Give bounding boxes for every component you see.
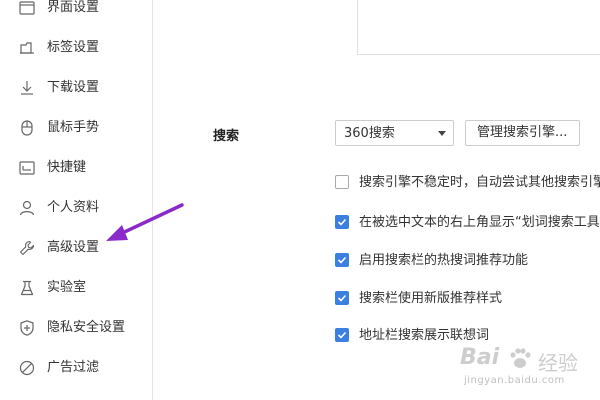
block-icon bbox=[18, 359, 36, 377]
watermark-logo: Bai bbox=[460, 345, 500, 370]
sidebar-item-label: 广告过滤 bbox=[47, 360, 100, 375]
option-selection-search-toolbar[interactable]: 在被选中文本的右上角显示“划词搜索工具条” bbox=[335, 214, 600, 232]
manage-search-engines-button[interactable]: 管理搜索引擎... bbox=[465, 120, 580, 146]
annotation-arrow bbox=[106, 203, 184, 241]
sidebar-item-ad-filter[interactable]: 广告过滤 bbox=[0, 348, 152, 388]
sidebar-item-label: 快捷键 bbox=[47, 160, 87, 175]
window-icon bbox=[18, 0, 36, 17]
person-icon bbox=[18, 199, 36, 217]
sidebar-item-label: 鼠标手势 bbox=[47, 120, 100, 135]
sidebar-item-mouse-gestures[interactable]: 鼠标手势 bbox=[0, 108, 152, 148]
sidebar-item-interface[interactable]: 界面设置 bbox=[0, 0, 152, 28]
preview-panel bbox=[357, 0, 600, 55]
sidebar-item-privacy-security[interactable]: 隐私安全设置 bbox=[0, 308, 152, 348]
search-engine-select[interactable]: 360搜索 bbox=[335, 120, 454, 146]
sidebar-item-label: 实验室 bbox=[47, 280, 87, 295]
checkbox[interactable] bbox=[335, 175, 349, 189]
watermark-suffix: 经验 bbox=[538, 351, 578, 375]
checkbox[interactable] bbox=[335, 253, 349, 267]
checkmark-icon bbox=[337, 218, 347, 226]
checkmark-icon bbox=[337, 256, 347, 264]
sidebar-item-downloads[interactable]: 下载设置 bbox=[0, 68, 152, 108]
option-label: 搜索栏使用新版推荐样式 bbox=[359, 291, 503, 306]
sidebar-item-label: 下载设置 bbox=[47, 80, 100, 95]
download-icon bbox=[18, 79, 36, 97]
mouse-icon bbox=[18, 119, 36, 137]
watermark: Bai 经验 jingyan.baidu.com bbox=[458, 345, 598, 397]
option-label: 地址栏搜索展示联想词 bbox=[359, 328, 490, 343]
option-address-bar-suggestions[interactable]: 地址栏搜索展示联想词 bbox=[335, 327, 600, 345]
chevron-down-icon bbox=[438, 131, 446, 136]
sidebar-item-lab[interactable]: 实验室 bbox=[0, 268, 152, 308]
option-new-recommend-style[interactable]: 搜索栏使用新版推荐样式 bbox=[335, 290, 600, 308]
sidebar-item-label: 个人资料 bbox=[47, 200, 100, 215]
checkbox[interactable] bbox=[335, 291, 349, 305]
option-auto-fallback-engine[interactable]: 搜索引擎不稳定时，自动尝试其他搜索引擎 bbox=[335, 174, 600, 192]
flask-icon bbox=[18, 279, 36, 297]
checkbox[interactable] bbox=[335, 215, 349, 229]
keyboard-icon bbox=[18, 159, 36, 177]
option-hot-search-recommend[interactable]: 启用搜索栏的热搜词推荐功能 bbox=[335, 252, 600, 270]
sidebar-item-shortcuts[interactable]: 快捷键 bbox=[0, 148, 152, 188]
paw-icon bbox=[510, 348, 531, 368]
wrench-icon bbox=[18, 239, 36, 257]
option-label: 在被选中文本的右上角显示“划词搜索工具条” bbox=[359, 215, 600, 230]
sidebar-item-label: 高级设置 bbox=[47, 240, 100, 255]
sidebar-item-tabs[interactable]: 标签设置 bbox=[0, 28, 152, 68]
checkmark-icon bbox=[337, 331, 347, 339]
search-section-label: 搜索 bbox=[213, 129, 240, 144]
sidebar-item-label: 标签设置 bbox=[47, 40, 100, 55]
checkbox[interactable] bbox=[335, 328, 349, 342]
option-label: 启用搜索栏的热搜词推荐功能 bbox=[359, 253, 529, 268]
search-engine-value: 360搜索 bbox=[344, 126, 395, 141]
sidebar-item-label: 隐私安全设置 bbox=[47, 320, 126, 335]
checkmark-icon bbox=[337, 294, 347, 302]
watermark-url: jingyan.baidu.com bbox=[464, 375, 565, 386]
tab-icon bbox=[18, 39, 36, 57]
option-label: 搜索引擎不稳定时，自动尝试其他搜索引擎 bbox=[359, 175, 600, 190]
shield-plus-icon bbox=[18, 319, 36, 337]
sidebar-item-label: 界面设置 bbox=[47, 0, 100, 15]
